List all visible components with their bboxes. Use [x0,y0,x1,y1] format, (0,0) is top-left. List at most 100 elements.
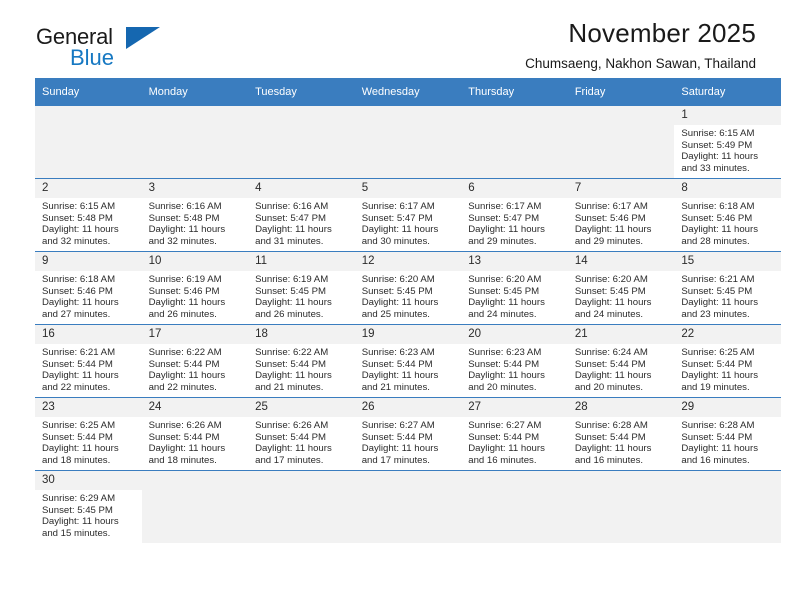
calendar-day-cell[interactable]: 17 Sunrise: 6:22 AM Sunset: 5:44 PM Dayligh… [141,324,249,398]
sunset-text: Sunset: 5:47 PM [468,212,540,224]
calendar-day-cell[interactable]: 13 Sunrise: 6:20 AM Sunset: 5:45 PM Dayligh… [461,251,568,325]
sunrise-text: Sunrise: 6:17 AM [361,201,435,212]
day-number: 13 [461,252,568,271]
sunrise-text: Sunrise: 6:28 AM [574,420,648,431]
calendar-cell-empty [461,106,568,179]
day-details: Sunrise: 6:25 AM Sunset: 5:44 PM Daylight:… [674,344,781,393]
daylight-text: Daylight: 11 hours and 28 minutes. [681,224,758,247]
sunrise-text: Sunrise: 6:20 AM [468,274,542,285]
day-details: Sunrise: 6:23 AM Sunset: 5:44 PM Daylight:… [355,344,462,393]
calendar-day-cell[interactable]: 22 Sunrise: 6:25 AM Sunset: 5:44 PM Dayligh… [674,324,781,398]
logo-text-blue: Blue [70,45,115,70]
day-details: Sunrise: 6:15 AM Sunset: 5:49 PM Daylight:… [674,125,781,174]
daylight-text: Daylight: 11 hours and 17 minutes. [361,443,439,466]
calendar-day-cell[interactable]: 20 Sunrise: 6:23 AM Sunset: 5:44 PM Dayligh… [461,324,568,398]
day-number: 29 [674,398,781,417]
day-number: 26 [354,398,462,417]
calendar-day-cell[interactable]: 29 Sunrise: 6:28 AM Sunset: 5:44 PM Dayligh… [674,397,781,471]
calendar-cell-empty [141,106,249,179]
general-blue-logo[interactable]: General Blue [36,26,236,78]
sunset-text: Sunset: 5:49 PM [681,139,753,151]
calendar-day-cell[interactable]: 27 Sunrise: 6:27 AM Sunset: 5:44 PM Dayligh… [461,397,568,471]
calendar-day-cell[interactable]: 16 Sunrise: 6:21 AM Sunset: 5:44 PM Dayligh… [35,324,142,398]
calendar-header-row: Sunday Monday Tuesday Wednesday Thursday… [35,78,781,106]
sunrise-text: Sunrise: 6:18 AM [42,274,116,285]
calendar-day-cell[interactable]: 24 Sunrise: 6:26 AM Sunset: 5:44 PM Dayligh… [141,397,249,471]
sunrise-text: Sunrise: 6:25 AM [42,420,116,431]
daylight-text: Daylight: 11 hours and 31 minutes. [255,224,332,247]
day-details: Sunrise: 6:19 AM Sunset: 5:46 PM Daylight:… [142,271,249,320]
weekday-header-monday: Monday [141,78,249,106]
sunrise-text: Sunrise: 6:16 AM [148,201,222,212]
sunrise-text: Sunrise: 6:24 AM [574,347,648,358]
daylight-text: Daylight: 11 hours and 16 minutes. [681,443,758,466]
calendar-day-cell[interactable]: 25 Sunrise: 6:26 AM Sunset: 5:44 PM Dayligh… [248,397,355,471]
sunset-text: Sunset: 5:45 PM [681,285,753,297]
calendar-day-cell[interactable]: 30 Sunrise: 6:29 AM Sunset: 5:45 PM Dayligh… [35,470,142,543]
sunset-text: Sunset: 5:44 PM [42,431,113,443]
calendar-day-cell[interactable]: 21 Sunrise: 6:24 AM Sunset: 5:44 PM Dayligh… [567,324,675,398]
calendar-day-cell[interactable]: 6 Sunrise: 6:17 AM Sunset: 5:47 PM Daylight… [461,178,568,252]
day-number: 15 [674,252,781,271]
day-details: Sunrise: 6:16 AM Sunset: 5:48 PM Daylight:… [142,198,249,247]
day-number: 17 [141,325,249,344]
sunset-text: Sunset: 5:44 PM [468,431,540,443]
calendar-day-cell[interactable]: 2 Sunrise: 6:15 AM Sunset: 5:48 PM Daylight… [35,178,142,252]
calendar-day-cell[interactable]: 23 Sunrise: 6:25 AM Sunset: 5:44 PM Dayligh… [35,397,142,471]
daylight-text: Daylight: 11 hours and 27 minutes. [42,297,119,320]
day-details: Sunrise: 6:20 AM Sunset: 5:45 PM Daylight:… [355,271,462,320]
sunset-text: Sunset: 5:46 PM [148,285,220,297]
calendar-day-cell[interactable]: 12 Sunrise: 6:20 AM Sunset: 5:45 PM Dayligh… [354,251,462,325]
sunrise-text: Sunrise: 6:17 AM [468,201,542,212]
sunset-text: Sunset: 5:44 PM [681,431,753,443]
calendar-day-cell[interactable]: 4 Sunrise: 6:16 AM Sunset: 5:47 PM Daylight… [248,178,355,252]
calendar-cell-empty [35,106,142,179]
daylight-text: Daylight: 11 hours and 21 minutes. [255,370,332,393]
calendar-day-cell[interactable]: 8 Sunrise: 6:18 AM Sunset: 5:46 PM Daylight… [674,178,781,252]
logo-flag-icon [126,27,160,49]
calendar-cell-empty [248,470,355,543]
calendar-day-cell[interactable]: 9 Sunrise: 6:18 AM Sunset: 5:46 PM Daylight… [35,251,142,325]
day-number: 16 [35,325,142,344]
daylight-text: Daylight: 11 hours and 29 minutes. [468,224,545,247]
calendar-day-cell[interactable]: 14 Sunrise: 6:20 AM Sunset: 5:45 PM Dayligh… [567,251,675,325]
daylight-text: Daylight: 11 hours and 26 minutes. [148,297,226,320]
day-details: Sunrise: 6:17 AM Sunset: 5:47 PM Daylight:… [355,198,462,247]
day-number: 4 [248,179,355,198]
day-details: Sunrise: 6:22 AM Sunset: 5:44 PM Daylight:… [248,344,355,393]
daylight-text: Daylight: 11 hours and 29 minutes. [574,224,652,247]
calendar-day-cell[interactable]: 3 Sunrise: 6:16 AM Sunset: 5:48 PM Daylight… [141,178,249,252]
calendar-week-row: 9 Sunrise: 6:18 AM Sunset: 5:46 PM Daylight… [35,251,781,325]
calendar-day-cell[interactable]: 28 Sunrise: 6:28 AM Sunset: 5:44 PM Dayligh… [567,397,675,471]
daylight-text: Daylight: 11 hours and 23 minutes. [681,297,758,320]
calendar-day-cell[interactable]: 15 Sunrise: 6:21 AM Sunset: 5:45 PM Dayligh… [674,251,781,325]
calendar-day-cell[interactable]: 11 Sunrise: 6:19 AM Sunset: 5:45 PM Dayligh… [248,251,355,325]
weekday-header-thursday: Thursday [461,78,568,106]
sunrise-text: Sunrise: 6:18 AM [681,201,755,212]
sunset-text: Sunset: 5:45 PM [468,285,540,297]
day-details: Sunrise: 6:27 AM Sunset: 5:44 PM Daylight:… [461,417,568,466]
sunset-text: Sunset: 5:45 PM [574,285,646,297]
calendar-day-cell[interactable]: 18 Sunrise: 6:22 AM Sunset: 5:44 PM Dayligh… [248,324,355,398]
daylight-text: Daylight: 11 hours and 15 minutes. [42,516,119,539]
weekday-header-sunday: Sunday [35,78,142,106]
calendar-day-cell[interactable]: 10 Sunrise: 6:19 AM Sunset: 5:46 PM Dayligh… [141,251,249,325]
calendar-cell-empty [354,470,462,543]
calendar-body: 1 Sunrise: 6:15 AM Sunset: 5:49 PM Daylight… [35,106,781,543]
calendar-day-cell[interactable]: 26 Sunrise: 6:27 AM Sunset: 5:44 PM Dayligh… [354,397,462,471]
daylight-text: Daylight: 11 hours and 18 minutes. [148,443,226,466]
day-details: Sunrise: 6:15 AM Sunset: 5:48 PM Daylight:… [35,198,142,247]
day-number: 24 [141,398,249,417]
day-details: Sunrise: 6:20 AM Sunset: 5:45 PM Daylight:… [461,271,568,320]
daylight-text: Daylight: 11 hours and 21 minutes. [361,370,439,393]
calendar-day-cell[interactable]: 5 Sunrise: 6:17 AM Sunset: 5:47 PM Daylight… [354,178,462,252]
calendar-day-cell[interactable]: 1 Sunrise: 6:15 AM Sunset: 5:49 PM Daylight… [674,106,781,179]
sunset-text: Sunset: 5:44 PM [148,358,220,370]
calendar-day-cell[interactable]: 7 Sunrise: 6:17 AM Sunset: 5:46 PM Daylight… [567,178,675,252]
calendar-day-cell[interactable]: 19 Sunrise: 6:23 AM Sunset: 5:44 PM Dayligh… [354,324,462,398]
sunrise-text: Sunrise: 6:28 AM [681,420,755,431]
day-details: Sunrise: 6:28 AM Sunset: 5:44 PM Daylight:… [674,417,781,466]
daylight-text: Daylight: 11 hours and 24 minutes. [468,297,545,320]
sunrise-text: Sunrise: 6:16 AM [255,201,329,212]
sunset-text: Sunset: 5:44 PM [681,358,753,370]
